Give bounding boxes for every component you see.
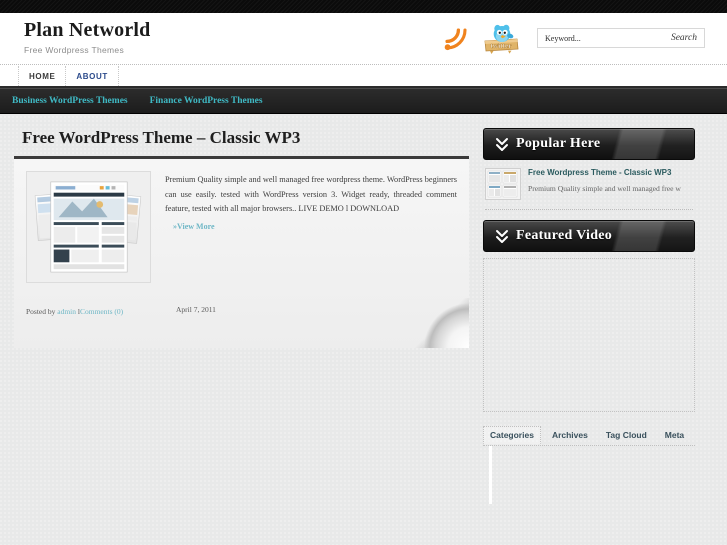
search-input[interactable] [545, 33, 671, 43]
posted-by-label: Posted by [26, 307, 56, 316]
popular-item-thumbnail[interactable] [485, 168, 521, 200]
widget-popular-here: Popular Here Free Wordpress Theme - Clas… [483, 128, 695, 210]
post-date: April 7, 2011 [176, 305, 216, 314]
nav-item-finance-wordpress-themes[interactable]: Finance WordPress Themes [150, 96, 263, 106]
post-excerpt-block: Premium Quality simple and well managed … [165, 171, 457, 283]
widget-popular-here-title: Popular Here [516, 136, 601, 151]
site-title[interactable]: Plan Networld [24, 19, 150, 41]
search-button[interactable]: Search [671, 33, 697, 43]
search-box[interactable]: Search [537, 28, 705, 48]
post-comments-link[interactable]: Comments (0) [80, 307, 123, 316]
content-area: Free WordPress Theme – Classic WP3 Premi… [0, 114, 727, 504]
post-card: Premium Quality simple and well managed … [14, 156, 469, 348]
popular-item-desc: Premium Quality simple and well managed … [528, 184, 681, 194]
menu-item-about[interactable]: ABOUT [66, 66, 119, 86]
category-nav: Business WordPress Themes Finance WordPr… [0, 88, 727, 114]
featured-video-player[interactable] [483, 258, 695, 412]
site-branding[interactable]: Plan Networld Free Wordpress Themes [24, 19, 150, 55]
twitter-bird-icon[interactable]: twitter [479, 22, 523, 54]
post-title[interactable]: Free WordPress Theme – Classic WP3 [22, 128, 469, 148]
post-author-link[interactable]: admin [57, 307, 76, 316]
primary-menu: HOME ABOUT [0, 66, 727, 88]
tab-categories[interactable]: Categories [483, 426, 541, 444]
svg-text:twitter: twitter [490, 41, 512, 50]
popular-item-text: Free Wordpress Theme - Classic WP3 Premi… [528, 168, 693, 200]
sidebar: Popular Here Free Wordpress Theme - Clas… [483, 128, 695, 504]
post-meta: Posted by admin lComments (0) April 7, 2… [26, 305, 457, 319]
popular-list-item[interactable]: Free Wordpress Theme - Classic WP3 Premi… [485, 168, 693, 210]
header-utilities: twitter Search [441, 22, 705, 54]
popular-item-title[interactable]: Free Wordpress Theme - Classic WP3 [528, 168, 693, 178]
tab-tag-cloud[interactable]: Tag Cloud [599, 426, 654, 444]
widget-featured-video-header[interactable]: Featured Video [483, 220, 695, 252]
tab-archives[interactable]: Archives [545, 426, 595, 444]
post-excerpt: Premium Quality simple and well managed … [165, 175, 457, 214]
sidebar-tab-panel [489, 446, 695, 504]
top-black-bar [0, 0, 727, 13]
view-more-link[interactable]: »View More [173, 220, 215, 234]
nav-item-business-wordpress-themes[interactable]: Business WordPress Themes [12, 96, 128, 106]
sidebar-tabs: Categories Archives Tag Cloud Meta [483, 426, 695, 446]
tab-meta[interactable]: Meta [658, 426, 691, 444]
chevron-double-down-icon [494, 134, 510, 154]
widget-featured-video: Featured Video [483, 220, 695, 412]
widget-popular-here-header[interactable]: Popular Here [483, 128, 695, 160]
site-tagline: Free Wordpress Themes [24, 45, 124, 55]
post-thumbnail[interactable] [26, 171, 151, 283]
chevron-double-down-icon [494, 226, 510, 246]
main-column: Free WordPress Theme – Classic WP3 Premi… [14, 128, 469, 348]
post-body: Premium Quality simple and well managed … [26, 171, 457, 283]
site-header: Plan Networld Free Wordpress Themes twit… [0, 13, 727, 64]
widget-popular-here-body: Free Wordpress Theme - Classic WP3 Premi… [483, 160, 695, 210]
widget-featured-video-title: Featured Video [516, 228, 613, 243]
rss-icon[interactable] [441, 24, 469, 52]
post-meta-left: Posted by admin lComments (0) [26, 305, 176, 319]
menu-item-home[interactable]: HOME [18, 66, 67, 86]
